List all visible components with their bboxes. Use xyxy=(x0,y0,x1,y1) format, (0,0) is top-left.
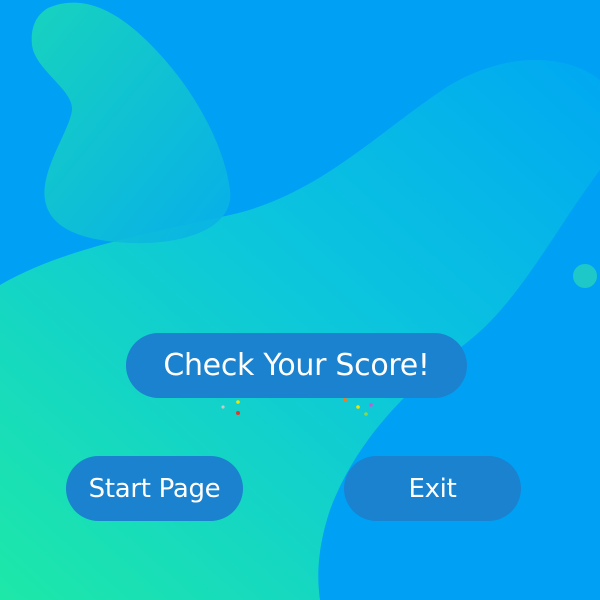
check-score-label: Check Your Score! xyxy=(163,348,430,383)
exit-label: Exit xyxy=(408,473,457,504)
start-page-label: Start Page xyxy=(88,473,221,504)
game-end-screen: Check Your Score! Start Page Exit xyxy=(0,0,600,600)
start-page-button[interactable]: Start Page xyxy=(66,456,243,521)
check-score-button[interactable]: Check Your Score! xyxy=(126,333,467,398)
exit-button[interactable]: Exit xyxy=(344,456,521,521)
small-bubble xyxy=(573,264,597,288)
